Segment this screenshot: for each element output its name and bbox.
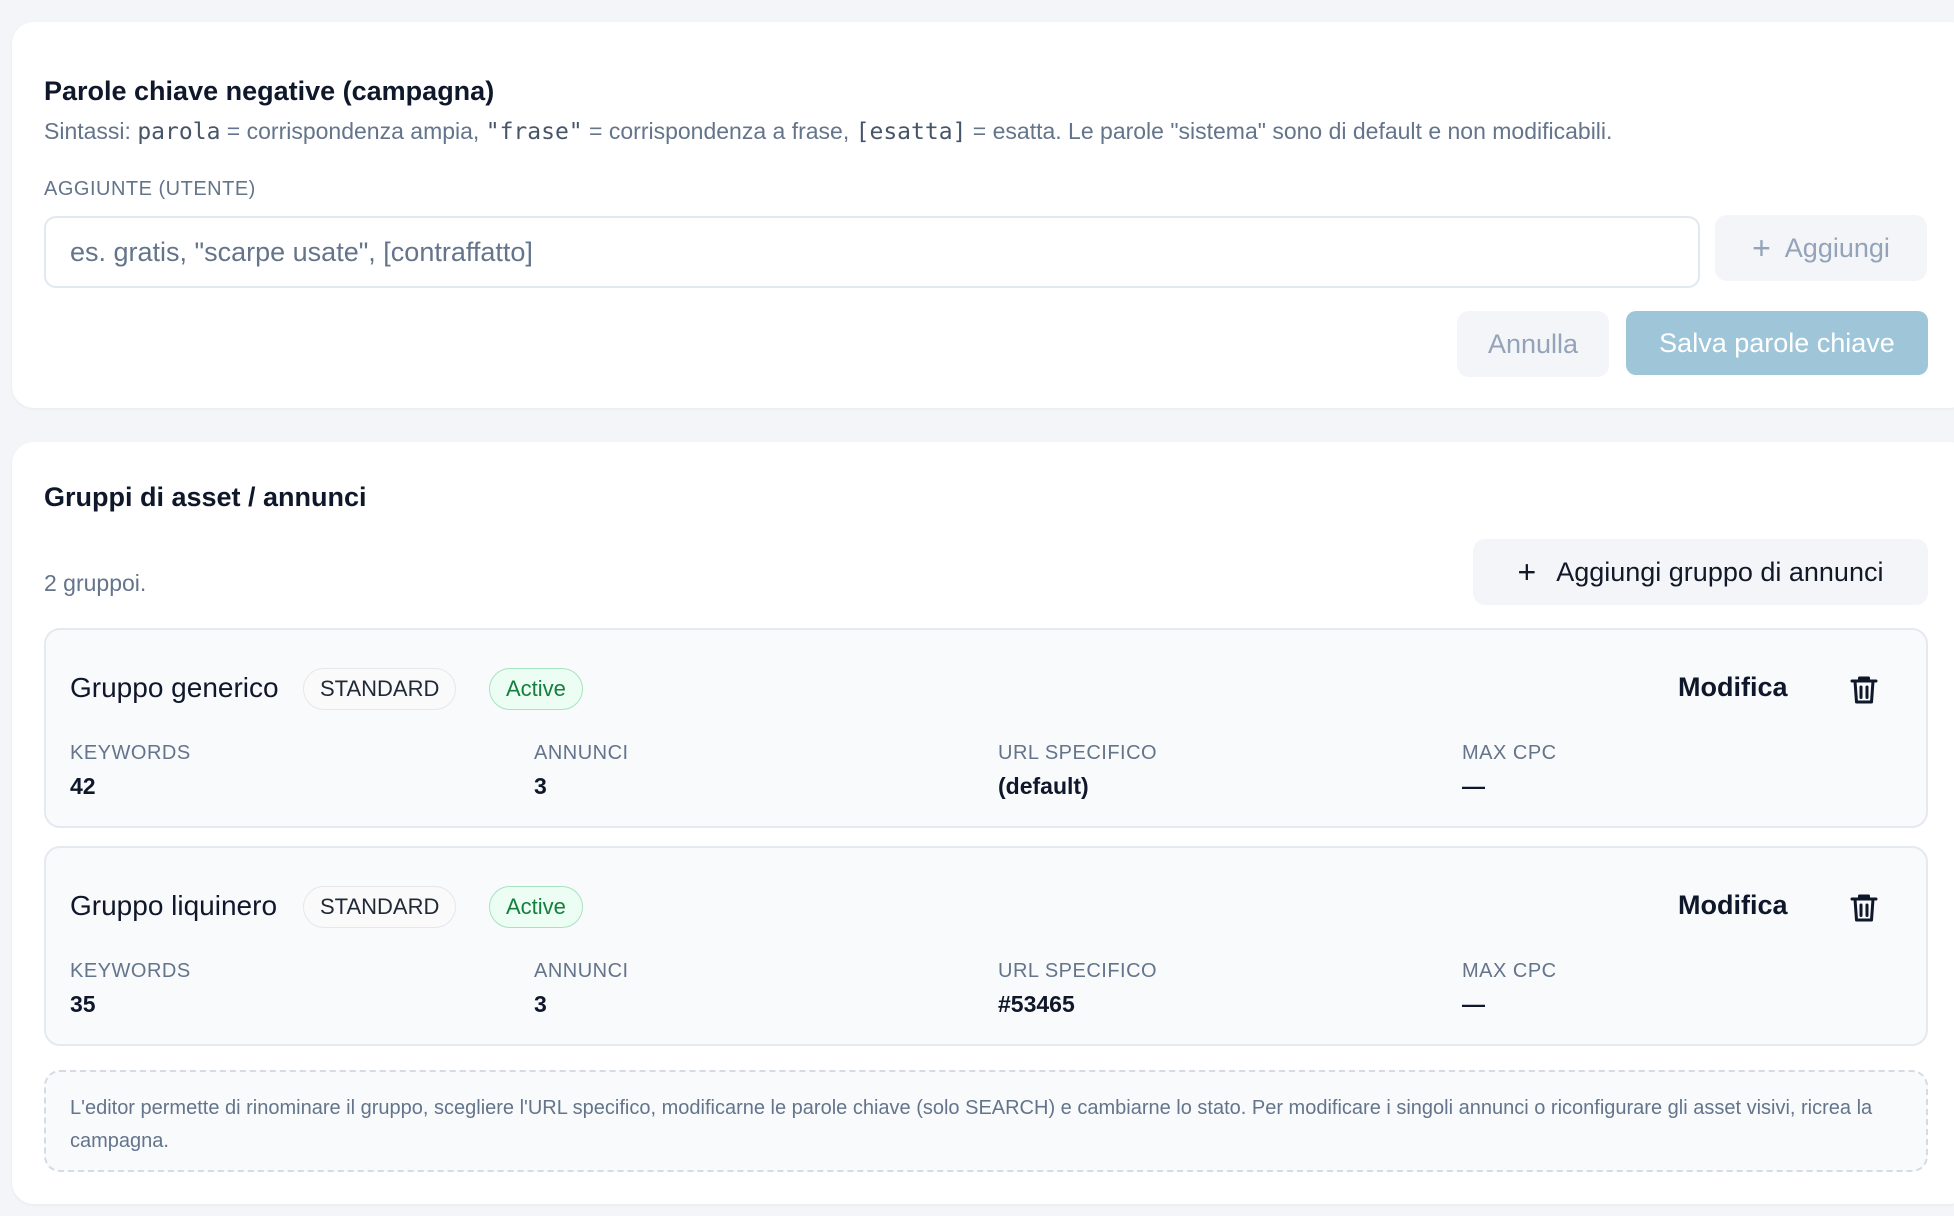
add-keyword-label: Aggiungi xyxy=(1784,232,1890,263)
add-ad-group-button[interactable]: + Aggiungi gruppo di annunci xyxy=(1473,539,1928,605)
save-keywords-button[interactable]: Salva parole chiave xyxy=(1626,311,1928,375)
plus-icon: + xyxy=(1752,230,1771,266)
keywords-value: 42 xyxy=(70,773,96,799)
group-type-badge: STANDARD xyxy=(303,668,457,710)
ads-value: 3 xyxy=(534,773,547,799)
ad-group-row: Gruppo generico STANDARD Active Modifica… xyxy=(44,628,1928,828)
url-label: URL SPECIFICO xyxy=(998,960,1158,982)
max-cpc-stat: MAX CPC — xyxy=(1462,742,1557,800)
ads-label: ANNUNCI xyxy=(534,960,629,982)
groups-count: 2 gruppoi. xyxy=(44,570,147,596)
cancel-button[interactable]: Annulla xyxy=(1457,311,1609,377)
url-stat: URL SPECIFICO (default) xyxy=(998,742,1157,800)
syntax-exact-text: = esatta. Le parole "sistema" sono di de… xyxy=(966,118,1613,144)
ad-groups-title: Gruppi di asset / annunci xyxy=(44,482,367,512)
add-ad-group-label: Aggiungi gruppo di annunci xyxy=(1556,556,1884,587)
edit-group-button[interactable]: Modifica xyxy=(1678,890,1788,921)
negative-keywords-title: Parole chiave negative (campagna) xyxy=(44,76,495,106)
max-cpc-label: MAX CPC xyxy=(1462,960,1557,982)
max-cpc-value: — xyxy=(1462,991,1485,1017)
syntax-broad-code: parola xyxy=(137,119,221,145)
trash-icon[interactable] xyxy=(1846,672,1882,708)
syntax-phrase-code: "frase" xyxy=(485,119,583,145)
group-name: Gruppo liquinero xyxy=(70,890,278,921)
max-cpc-stat: MAX CPC — xyxy=(1462,960,1557,1018)
url-stat: URL SPECIFICO #53465 xyxy=(998,960,1157,1018)
url-label: URL SPECIFICO xyxy=(998,742,1158,764)
status-badge: Active xyxy=(489,886,583,928)
negative-keywords-card: Parole chiave negative (campagna) Sintas… xyxy=(12,22,1954,408)
ad-group-row: Gruppo liquinero STANDARD Active Modific… xyxy=(44,846,1928,1046)
keywords-stat: KEYWORDS 35 xyxy=(70,960,191,1018)
edit-group-button[interactable]: Modifica xyxy=(1678,672,1788,703)
editor-info-note: L'editor permette di rinominare il grupp… xyxy=(44,1070,1928,1172)
status-badge: Active xyxy=(489,668,583,710)
syntax-phrase-text: = corrispondenza a frase, xyxy=(582,118,856,144)
add-keyword-button[interactable]: + Aggiungi xyxy=(1715,215,1927,281)
plus-icon: + xyxy=(1517,554,1537,590)
syntax-exact-code: [esatta] xyxy=(855,119,967,145)
syntax-prefix: Sintassi: xyxy=(44,118,138,144)
ad-groups-card: Gruppi di asset / annunci 2 gruppoi. + A… xyxy=(12,442,1954,1204)
keywords-label: KEYWORDS xyxy=(70,742,191,764)
trash-icon[interactable] xyxy=(1846,890,1882,926)
syntax-broad-text: = corrispondenza ampia, xyxy=(220,118,486,144)
keywords-stat: KEYWORDS 42 xyxy=(70,742,191,800)
ads-stat: ANNUNCI 3 xyxy=(534,960,629,1018)
user-additions-label: AGGIUNTE (UTENTE) xyxy=(44,178,256,200)
negative-keyword-input[interactable] xyxy=(44,216,1700,288)
group-type-badge: STANDARD xyxy=(303,886,457,928)
keywords-value: 35 xyxy=(70,991,96,1017)
ads-label: ANNUNCI xyxy=(534,742,629,764)
url-value: #53465 xyxy=(998,991,1075,1017)
max-cpc-label: MAX CPC xyxy=(1462,742,1557,764)
max-cpc-value: — xyxy=(1462,773,1485,799)
url-value: (default) xyxy=(998,773,1089,799)
group-name: Gruppo generico xyxy=(70,672,279,703)
ads-stat: ANNUNCI 3 xyxy=(534,742,629,800)
keywords-label: KEYWORDS xyxy=(70,960,191,982)
syntax-help-text: Sintassi: parola = corrispondenza ampia,… xyxy=(44,118,1612,145)
ads-value: 3 xyxy=(534,991,547,1017)
